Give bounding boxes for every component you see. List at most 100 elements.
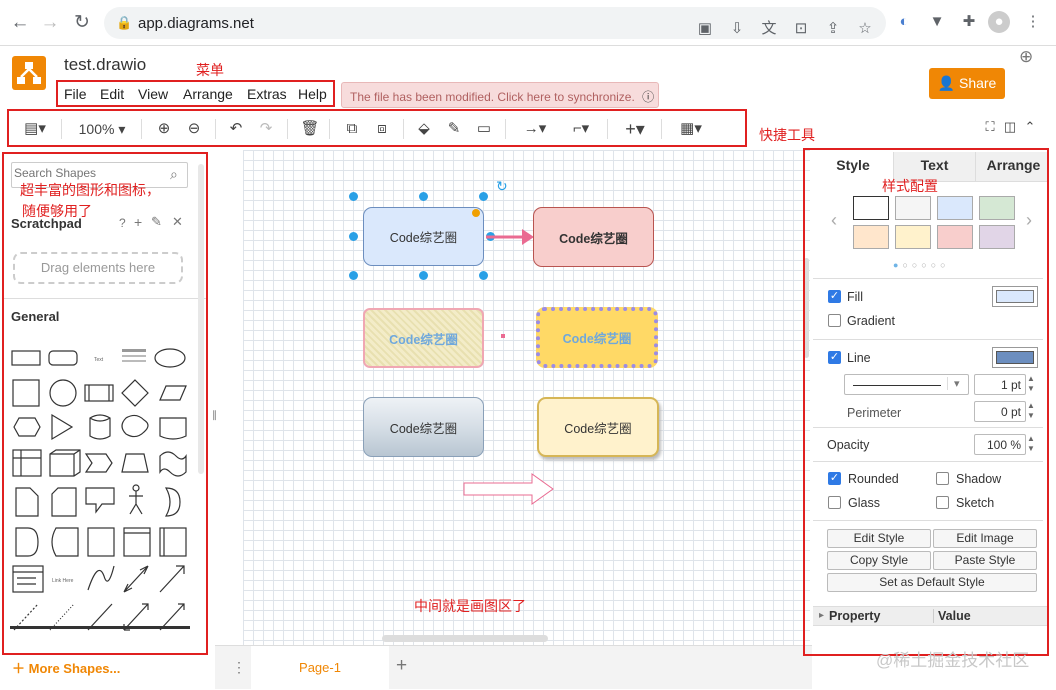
style-swatch-gray[interactable]	[895, 196, 931, 220]
document-title[interactable]: test.drawio	[64, 55, 146, 75]
chevron-right-icon[interactable]: ›	[1026, 210, 1032, 231]
insert-plus-icon[interactable]: +▾	[617, 118, 653, 140]
line-width-stepper-icon[interactable]: ▲ ▼	[1027, 374, 1035, 394]
extension-v-icon[interactable]: ▼	[926, 11, 948, 33]
tab-style[interactable]: Style	[813, 152, 893, 182]
tab-page-1[interactable]: Page-1	[251, 646, 389, 690]
style-swatch-yellow[interactable]	[895, 225, 931, 249]
pages-menu-icon[interactable]: ⋮	[232, 659, 246, 676]
node-hatched-sketch[interactable]: Code综艺圈	[363, 308, 484, 368]
resize-handle[interactable]	[479, 192, 488, 201]
node-red[interactable]: Code综艺圈	[533, 207, 654, 267]
browser-menu-icon[interactable]: ⋮	[1022, 11, 1044, 33]
line-width-input[interactable]: 1 pt	[974, 374, 1026, 395]
menu-file[interactable]: File	[64, 86, 87, 102]
drawing-canvas[interactable]: Code综艺圈 ↻ Code综艺圈 Code综艺圈 Code综艺圈 Code综艺…	[243, 150, 810, 645]
sidebar-scrollbar[interactable]	[198, 164, 204, 474]
forward-icon[interactable]: →	[38, 11, 62, 35]
style-swatch-blue[interactable]	[937, 196, 973, 220]
tab-arrange[interactable]: Arrange	[975, 152, 1047, 182]
search-icon[interactable]: ⌕	[170, 166, 178, 183]
resize-handle[interactable]	[419, 271, 428, 280]
sidebar-resize-handle[interactable]: ∥	[212, 410, 217, 421]
sketch-checkbox[interactable]	[936, 496, 949, 509]
glass-checkbox[interactable]	[828, 496, 841, 509]
perimeter-input[interactable]: 0 pt	[974, 401, 1026, 422]
menu-view[interactable]: View	[138, 86, 168, 102]
extension-o-icon[interactable]: ◐	[893, 11, 915, 33]
line-pattern-select[interactable]: ▾	[844, 374, 969, 395]
rounding-handle[interactable]	[472, 209, 480, 217]
more-shapes-link[interactable]: ＋ More Shapes...	[12, 658, 120, 677]
block-arrow-shape[interactable]	[462, 472, 556, 506]
resize-handle[interactable]	[349, 232, 358, 241]
node-yellow-dotted[interactable]: Code综艺圈	[536, 307, 658, 368]
edit-style-button[interactable]: Edit Style	[827, 529, 931, 548]
style-swatch-white[interactable]	[853, 196, 889, 220]
scratchpad-title[interactable]: Scratchpad	[11, 216, 82, 231]
back-icon[interactable]: ←	[8, 11, 32, 35]
menu-extras[interactable]: Extras	[247, 86, 287, 102]
resize-handle[interactable]	[419, 192, 428, 201]
reload-icon[interactable]: ↻	[70, 11, 94, 35]
panel-toggle-icon[interactable]: ▤▾	[17, 118, 53, 140]
sync-banner[interactable]: The file has been modified. Click here t…	[341, 82, 659, 108]
swatch-page-dots[interactable]: ●○○○○○	[893, 260, 950, 270]
rounded-checkbox[interactable]: ✓	[828, 472, 841, 485]
redo-icon[interactable]: ↷	[255, 118, 277, 140]
menu-arrange[interactable]: Arrange	[183, 86, 233, 102]
connection-arrow-icon[interactable]: →▾	[517, 118, 553, 140]
resize-handle[interactable]	[349, 192, 358, 201]
to-back-icon[interactable]: ⧈	[371, 118, 393, 140]
line-color-icon[interactable]: ✎	[443, 118, 465, 140]
zoom-in-icon[interactable]: ⊕	[153, 118, 175, 140]
share-page-icon[interactable]: ⇪	[822, 18, 844, 40]
line-style-samples[interactable]	[10, 626, 190, 629]
shadow-checkbox[interactable]	[936, 472, 949, 485]
bookmark-star-icon[interactable]: ☆	[854, 18, 876, 40]
table-icon[interactable]: ▦▾	[673, 118, 709, 140]
fill-color-button[interactable]	[992, 286, 1038, 307]
zoom-select[interactable]: 100% ▾	[71, 118, 133, 140]
install-icon[interactable]: ⇩	[726, 18, 748, 40]
to-front-icon[interactable]: ⧉	[341, 118, 363, 140]
search-shapes-input[interactable]	[14, 166, 164, 180]
opacity-stepper-icon[interactable]: ▲ ▼	[1027, 434, 1035, 454]
resize-handle[interactable]	[479, 271, 488, 280]
fullscreen-icon[interactable]: ⛶	[982, 116, 998, 138]
node-glass-gray[interactable]: Code综艺圈	[363, 397, 484, 457]
scratchpad-add-icon[interactable]: +	[134, 214, 142, 230]
resize-handle[interactable]	[349, 271, 358, 280]
scratchpad-close-icon[interactable]: ✕	[172, 214, 183, 230]
extensions-puzzle-icon[interactable]: ✚	[958, 11, 980, 33]
translate-icon[interactable]: 文	[758, 18, 780, 40]
address-bar[interactable]: 🔒 app.diagrams.net ▣ ⇩ 文 ⊡ ⇪ ☆	[104, 7, 886, 39]
format-panel-toggle-icon[interactable]: ◫	[1002, 116, 1018, 138]
menu-edit[interactable]: Edit	[100, 86, 124, 102]
fill-color-icon[interactable]: ⬙	[413, 118, 435, 140]
tab-search-icon[interactable]: ▣	[694, 18, 716, 40]
canvas-h-scrollbar[interactable]	[382, 635, 548, 642]
style-swatch-red[interactable]	[937, 225, 973, 249]
waypoint-icon[interactable]: ⌐▾	[563, 118, 599, 140]
copy-style-button[interactable]: Copy Style	[827, 551, 931, 570]
line-checkbox[interactable]: ✓	[828, 351, 841, 364]
collapse-chevron-up-icon[interactable]: ⌃	[1022, 116, 1038, 138]
menu-help[interactable]: Help	[298, 86, 327, 102]
scratchpad-drop-area[interactable]: Drag elements here	[13, 252, 183, 284]
perimeter-stepper-icon[interactable]: ▲ ▼	[1027, 401, 1035, 421]
scratchpad-edit-icon[interactable]: ✎	[151, 214, 162, 230]
add-page-icon[interactable]: +	[396, 655, 407, 677]
opacity-input[interactable]: 100 %	[974, 434, 1026, 455]
dashed-connector[interactable]	[499, 330, 539, 342]
zoom-out-icon[interactable]: ⊖	[183, 118, 205, 140]
node-selected-blue[interactable]: Code综艺圈	[363, 207, 484, 266]
style-swatch-purple[interactable]	[979, 225, 1015, 249]
general-shapes-grid[interactable]: Text Link Here	[8, 340, 190, 640]
style-swatch-green[interactable]	[979, 196, 1015, 220]
expand-triangle-icon[interactable]: ▸	[819, 610, 824, 621]
line-color-button[interactable]	[992, 347, 1038, 368]
gradient-checkbox[interactable]	[828, 314, 841, 327]
node-cream-shadow[interactable]: Code综艺圈	[537, 397, 659, 457]
rotate-icon[interactable]: ↻	[496, 178, 508, 195]
